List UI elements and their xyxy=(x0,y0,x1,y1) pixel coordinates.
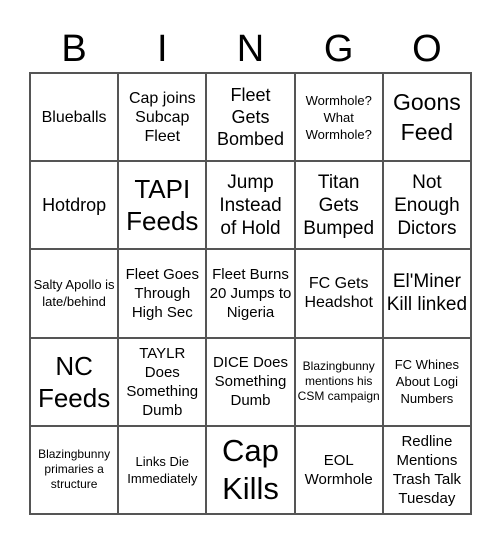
bingo-cell[interactable]: Blazingbunny primaries a structure xyxy=(30,425,119,514)
bingo-cell[interactable]: DICE Does Something Dumb xyxy=(206,337,295,426)
bingo-cell[interactable]: Blazingbunny mentions his CSM campaign xyxy=(294,337,383,426)
cell-text: Blazingbunny primaries a structure xyxy=(38,447,111,492)
cell-text: Cap joins Subcap Fleet xyxy=(128,89,196,145)
bingo-cell[interactable]: TAYLR Does Something Dumb xyxy=(118,337,207,426)
cell-text: Fleet Burns 20 Jumps to Nigeria xyxy=(209,265,292,321)
cell-text: Goons Feed xyxy=(393,89,461,146)
bingo-cell[interactable]: Titan Gets Bumped xyxy=(294,161,383,250)
cell-text: Blueballs xyxy=(41,108,107,126)
bingo-cell[interactable]: TAPI Feeds xyxy=(118,161,207,250)
cell-text: Not Enough Dictors xyxy=(394,171,460,239)
cell-text: Blazingbunny mentions his CSM campaign xyxy=(297,359,380,404)
bingo-cell[interactable]: Not Enough Dictors xyxy=(382,161,471,250)
header-letter-g: G xyxy=(323,28,354,70)
cell-text: TAPI Feeds xyxy=(126,174,199,237)
cell-text: NC Feeds xyxy=(37,350,111,413)
header-letter-n: N xyxy=(236,28,265,70)
cell-text: Fleet Gets Bombed xyxy=(216,85,285,150)
bingo-cell[interactable]: Links Die Immediately xyxy=(118,425,207,514)
header-letter-o: O xyxy=(412,28,442,70)
cell-text: DICE Does Something Dumb xyxy=(212,354,288,410)
cell-text: Links Die Immediately xyxy=(127,453,198,486)
cell-text: EOL Wormhole xyxy=(304,451,373,488)
bingo-cell[interactable]: Fleet Burns 20 Jumps to Nigeria xyxy=(206,249,295,338)
bingo-cell[interactable]: FC Gets Headshot xyxy=(294,249,383,338)
bingo-cell[interactable]: Salty Apollo is late/behind xyxy=(30,249,119,338)
bingo-cell[interactable]: El'Miner Kill linked xyxy=(382,249,471,338)
bingo-cell[interactable]: Cap Kills xyxy=(206,425,295,514)
bingo-cell[interactable]: FC Whines About Logi Numbers xyxy=(382,337,471,426)
cell-text: Salty Apollo is late/behind xyxy=(33,277,115,310)
bingo-cell[interactable]: Jump Instead of Hold xyxy=(206,161,295,250)
header-letter-b: B xyxy=(61,28,87,70)
cell-text: Cap Kills xyxy=(222,432,279,506)
bingo-cell[interactable]: Redline Mentions Trash Talk Tuesday xyxy=(382,425,471,514)
cell-text: Hotdrop xyxy=(42,195,107,216)
cell-text: Titan Gets Bumped xyxy=(303,171,375,239)
cell-text: TAYLR Does Something Dumb xyxy=(126,344,199,419)
bingo-cell[interactable]: Cap joins Subcap Fleet xyxy=(118,73,207,162)
bingo-cell[interactable]: EOL Wormhole xyxy=(294,425,383,514)
bingo-cell[interactable]: Hotdrop xyxy=(30,161,119,250)
bingo-cell[interactable]: Blueballs xyxy=(30,73,119,162)
bingo-cell[interactable]: Wormhole? What Wormhole? xyxy=(294,73,383,162)
header-letter-i: I xyxy=(157,28,168,70)
cell-text: Jump Instead of Hold xyxy=(219,171,282,239)
cell-text: Wormhole? What Wormhole? xyxy=(305,92,372,142)
bingo-cell[interactable]: Fleet Goes Through High Sec xyxy=(118,249,207,338)
bingo-header: B I N G O xyxy=(30,26,471,72)
bingo-cell[interactable]: Fleet Gets Bombed xyxy=(206,73,295,162)
cell-text: FC Gets Headshot xyxy=(304,275,373,312)
cell-text: FC Whines About Logi Numbers xyxy=(394,357,460,407)
cell-text: Redline Mentions Trash Talk Tuesday xyxy=(392,432,462,507)
bingo-cell[interactable]: Goons Feed xyxy=(382,73,471,162)
bingo-cell[interactable]: NC Feeds xyxy=(30,337,119,426)
cell-text: El'Miner Kill linked xyxy=(386,271,468,316)
bingo-grid: Blueballs Cap joins Subcap Fleet Fleet G… xyxy=(29,72,472,515)
cell-text: Fleet Goes Through High Sec xyxy=(125,265,199,321)
